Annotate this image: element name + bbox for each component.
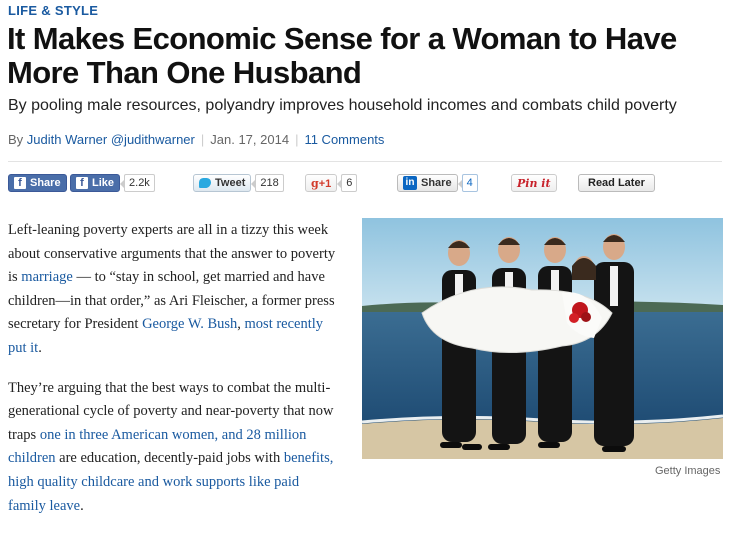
facebook-icon: f xyxy=(76,177,88,189)
tweet-button[interactable]: Tweet xyxy=(193,174,252,192)
article-headline: It Makes Economic Sense for a Woman to H… xyxy=(7,21,677,90)
facebook-share-button[interactable]: f Share xyxy=(8,174,67,192)
google-plus-text: +1 xyxy=(318,177,332,190)
photo-credit: Getty Images xyxy=(655,465,721,477)
linkedin-share-label: Share xyxy=(421,177,452,189)
wedding-beach-photo xyxy=(362,218,723,459)
byline-separator: | xyxy=(200,132,205,147)
byline-separator: | xyxy=(295,132,299,147)
linkedin-group: in Share 4 xyxy=(397,174,478,192)
tweet-count: 218 xyxy=(251,174,284,192)
byline-prefix: By xyxy=(8,132,24,147)
george-w-bush-link[interactable]: George W. Bush xyxy=(142,316,237,332)
facebook-like-button[interactable]: f Like xyxy=(70,174,121,192)
paragraph-text: . xyxy=(38,339,42,356)
paragraph-text: . xyxy=(80,497,84,514)
facebook-share-label: Share xyxy=(30,177,61,189)
paragraph-text: are education, decently-paid jobs with xyxy=(55,450,284,467)
facebook-like-group: f Like 2.2k xyxy=(70,174,155,192)
linkedin-share-button[interactable]: in Share xyxy=(397,174,458,192)
google-g-icon: g xyxy=(311,176,319,190)
google-plus-label: g+1 xyxy=(311,177,331,190)
read-later-label: Read Later xyxy=(588,177,645,189)
gplus-group: g+1 6 xyxy=(305,174,358,192)
read-later-group: Read Later xyxy=(578,174,655,192)
tweet-group: Tweet 218 xyxy=(193,174,284,192)
read-later-button[interactable]: Read Later xyxy=(578,174,655,192)
pinterest-label: Pin it xyxy=(517,176,551,190)
byline: By Judith Warner @judithwarner | Jan. 17, … xyxy=(8,132,384,147)
author-link[interactable]: Judith Warner xyxy=(27,132,107,147)
paragraph-text: , xyxy=(237,316,245,333)
facebook-icon: f xyxy=(14,177,26,189)
article-paragraph: Left-leaning poverty experts are all in … xyxy=(8,219,338,361)
twitter-bird-icon xyxy=(199,178,211,188)
linkedin-count: 4 xyxy=(457,174,478,192)
twitter-handle-link[interactable]: @judithwarner xyxy=(111,132,195,147)
google-plus-button[interactable]: g+1 xyxy=(305,174,338,192)
section-label[interactable]: LIFE & STYLE xyxy=(8,3,98,18)
article-paragraph: They’re arguing that the best ways to co… xyxy=(8,377,338,519)
pinterest-button[interactable]: Pin it xyxy=(511,174,557,192)
marriage-link[interactable]: marriage xyxy=(21,269,73,285)
article-photo xyxy=(362,218,723,459)
divider xyxy=(8,161,722,162)
publish-date: Jan. 17, 2014 xyxy=(210,132,290,147)
article-dek: By pooling male resources, polyandry imp… xyxy=(8,97,677,114)
pinterest-group: Pin it xyxy=(511,174,557,192)
tweet-label: Tweet xyxy=(215,177,246,189)
facebook-like-count: 2.2k xyxy=(120,174,155,192)
linkedin-icon: in xyxy=(403,176,417,190)
article-body: Left-leaning poverty experts are all in … xyxy=(8,219,338,534)
google-plus-count: 6 xyxy=(337,174,358,192)
facebook-like-label: Like xyxy=(92,177,115,189)
comments-link[interactable]: 11 Comments xyxy=(304,132,384,147)
facebook-share-group: f Share xyxy=(8,174,67,192)
